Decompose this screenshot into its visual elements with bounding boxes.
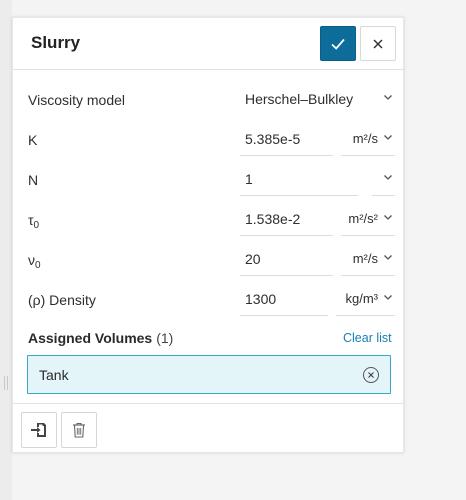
- k-unit: m²/s: [352, 131, 378, 146]
- nu-symbol: ν: [28, 252, 35, 268]
- k-label: K: [28, 132, 38, 148]
- tau-subscript: 0: [33, 220, 40, 231]
- tau0-unit: m²/s²: [348, 211, 378, 226]
- row-density: (ρ) Density 1300 kg/m³: [13, 280, 405, 320]
- density-unit-select[interactable]: kg/m³: [336, 280, 395, 316]
- nu0-input[interactable]: 20: [240, 240, 333, 276]
- trash-icon: [73, 422, 85, 438]
- tau0-label: τ0: [28, 212, 39, 231]
- tau0-input[interactable]: 1.538e-2: [240, 200, 333, 236]
- material-panel: Slurry Viscosity model Herschel–Bulkley …: [12, 17, 405, 454]
- tau0-value: 1.538e-2: [245, 211, 301, 227]
- remove-volume-button[interactable]: [363, 367, 379, 383]
- chevron-down-icon: [384, 95, 392, 100]
- viscosity-model-select[interactable]: Herschel–Bulkley: [240, 80, 395, 116]
- assigned-volumes-count: (1): [156, 330, 174, 346]
- chevron-down-icon: [384, 215, 392, 220]
- viscosity-model-label: Viscosity model: [28, 92, 126, 108]
- nu0-value: 20: [245, 251, 261, 267]
- resize-grip[interactable]: [4, 376, 8, 390]
- close-icon: [368, 372, 374, 378]
- row-viscosity-model: Viscosity model Herschel–Bulkley: [13, 80, 405, 120]
- panel-title: Slurry: [31, 33, 81, 52]
- n-unit-select[interactable]: [372, 160, 395, 196]
- chevron-down-icon: [384, 135, 392, 140]
- assign-import-icon: [31, 423, 46, 437]
- nu0-unit: m²/s: [352, 251, 378, 266]
- confirm-button[interactable]: [320, 26, 356, 61]
- chevron-down-icon: [384, 255, 392, 260]
- canvas-edge: [0, 0, 12, 500]
- check-icon: [331, 38, 345, 50]
- delete-button[interactable]: [61, 412, 97, 448]
- chevron-down-icon: [384, 295, 392, 300]
- nu0-label: ν0: [28, 252, 41, 271]
- row-n: N 1: [13, 160, 405, 200]
- n-label: N: [28, 172, 39, 188]
- clear-list-link[interactable]: Clear list: [343, 331, 392, 345]
- assigned-volume-item[interactable]: Tank: [27, 355, 391, 394]
- nu-subscript: 0: [35, 260, 41, 271]
- panel-footer: [13, 403, 405, 454]
- k-value: 5.385e-5: [245, 131, 301, 147]
- density-input[interactable]: 1300: [240, 280, 328, 316]
- assigned-volumes-title: Assigned Volumes: [28, 330, 153, 346]
- density-label: (ρ) Density: [28, 292, 96, 308]
- panel-header: Slurry: [13, 18, 405, 70]
- chevron-down-icon: [384, 175, 392, 180]
- close-icon: [373, 38, 383, 49]
- row-k: K 5.385e-5 m²/s: [13, 120, 405, 160]
- assign-selection-button[interactable]: [21, 412, 57, 448]
- row-nu0: ν0 20 m²/s: [13, 240, 405, 280]
- close-button[interactable]: [360, 26, 396, 61]
- density-unit: kg/m³: [345, 291, 379, 306]
- viscosity-model-value: Herschel–Bulkley: [245, 91, 354, 107]
- tau0-unit-select[interactable]: m²/s²: [341, 200, 395, 236]
- k-input[interactable]: 5.385e-5: [240, 120, 333, 156]
- n-value: 1: [245, 171, 253, 187]
- k-unit-select[interactable]: m²/s: [341, 120, 395, 156]
- assigned-volumes-heading: Assigned Volumes (1): [28, 330, 173, 346]
- density-value: 1300: [245, 291, 277, 307]
- volume-name: Tank: [39, 367, 69, 383]
- nu0-unit-select[interactable]: m²/s: [341, 240, 395, 276]
- n-input[interactable]: 1: [240, 160, 358, 196]
- row-tau0: τ0 1.538e-2 m²/s²: [13, 200, 405, 240]
